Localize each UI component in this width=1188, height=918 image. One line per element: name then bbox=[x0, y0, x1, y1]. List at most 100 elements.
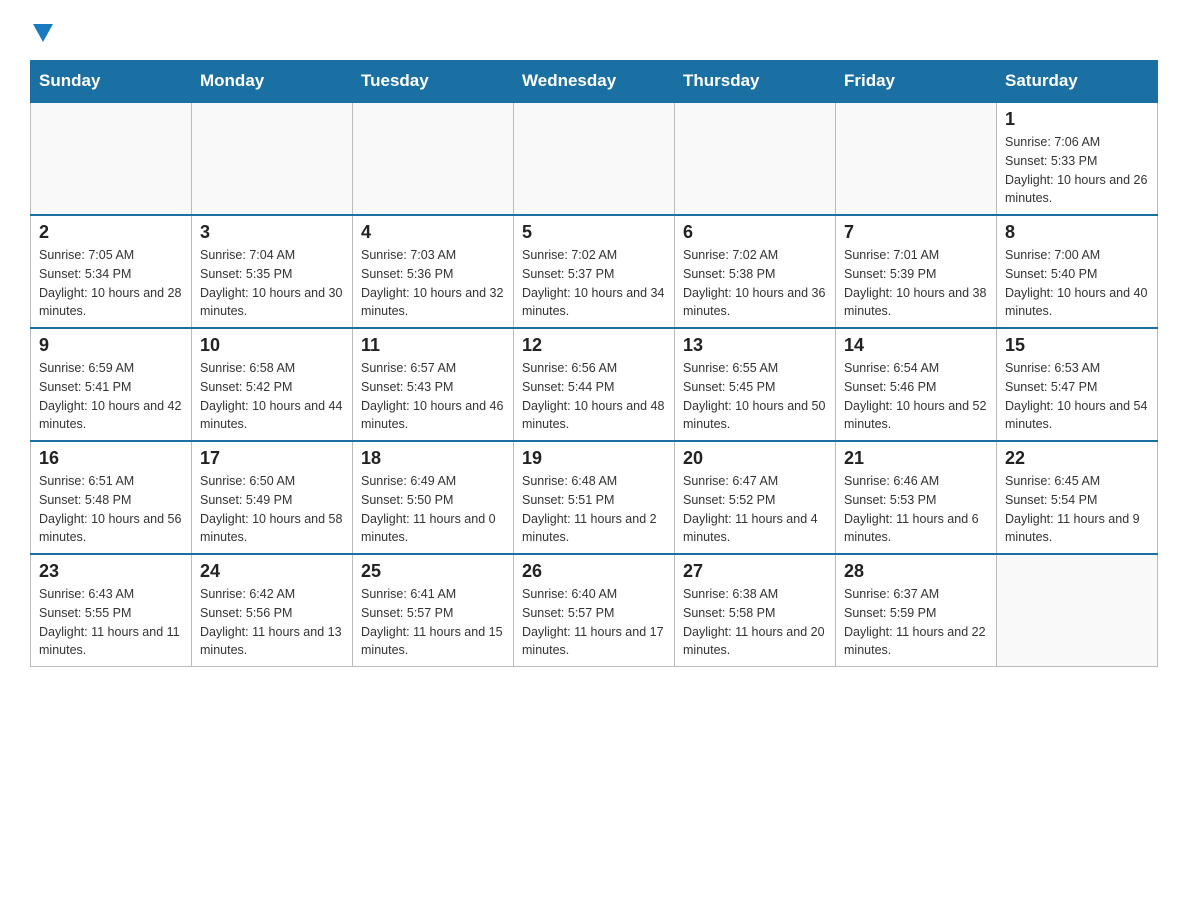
calendar-header-saturday: Saturday bbox=[997, 61, 1158, 103]
day-info: Sunrise: 6:53 AMSunset: 5:47 PMDaylight:… bbox=[1005, 359, 1149, 434]
week-row-4: 16 Sunrise: 6:51 AMSunset: 5:48 PMDayligh… bbox=[31, 441, 1158, 554]
day-number: 16 bbox=[39, 448, 183, 469]
calendar-cell: 22 Sunrise: 6:45 AMSunset: 5:54 PMDayligh… bbox=[997, 441, 1158, 554]
calendar-cell: 10 Sunrise: 6:58 AMSunset: 5:42 PMDayligh… bbox=[192, 328, 353, 441]
calendar-cell bbox=[997, 554, 1158, 667]
day-info: Sunrise: 6:42 AMSunset: 5:56 PMDaylight:… bbox=[200, 585, 344, 660]
day-number: 2 bbox=[39, 222, 183, 243]
day-number: 4 bbox=[361, 222, 505, 243]
day-number: 26 bbox=[522, 561, 666, 582]
day-number: 11 bbox=[361, 335, 505, 356]
calendar-cell: 4 Sunrise: 7:03 AMSunset: 5:36 PMDaylight… bbox=[353, 215, 514, 328]
day-info: Sunrise: 6:56 AMSunset: 5:44 PMDaylight:… bbox=[522, 359, 666, 434]
day-number: 5 bbox=[522, 222, 666, 243]
day-number: 14 bbox=[844, 335, 988, 356]
day-info: Sunrise: 7:03 AMSunset: 5:36 PMDaylight:… bbox=[361, 246, 505, 321]
logo-triangle-icon bbox=[33, 24, 53, 42]
day-number: 18 bbox=[361, 448, 505, 469]
calendar-header-friday: Friday bbox=[836, 61, 997, 103]
day-number: 19 bbox=[522, 448, 666, 469]
calendar-cell bbox=[675, 102, 836, 215]
day-info: Sunrise: 7:04 AMSunset: 5:35 PMDaylight:… bbox=[200, 246, 344, 321]
calendar-cell: 28 Sunrise: 6:37 AMSunset: 5:59 PMDayligh… bbox=[836, 554, 997, 667]
calendar-header-monday: Monday bbox=[192, 61, 353, 103]
calendar-cell: 20 Sunrise: 6:47 AMSunset: 5:52 PMDayligh… bbox=[675, 441, 836, 554]
calendar-cell: 9Sunrise: 6:59 AMSunset: 5:41 PMDaylight… bbox=[31, 328, 192, 441]
week-row-1: 1 Sunrise: 7:06 AMSunset: 5:33 PMDaylight… bbox=[31, 102, 1158, 215]
day-info: Sunrise: 7:01 AMSunset: 5:39 PMDaylight:… bbox=[844, 246, 988, 321]
day-number: 1 bbox=[1005, 109, 1149, 130]
calendar-cell: 16 Sunrise: 6:51 AMSunset: 5:48 PMDayligh… bbox=[31, 441, 192, 554]
day-info: Sunrise: 6:48 AMSunset: 5:51 PMDaylight:… bbox=[522, 472, 666, 547]
day-info: Sunrise: 6:50 AMSunset: 5:49 PMDaylight:… bbox=[200, 472, 344, 547]
calendar-cell: 25 Sunrise: 6:41 AMSunset: 5:57 PMDayligh… bbox=[353, 554, 514, 667]
day-number: 21 bbox=[844, 448, 988, 469]
calendar-cell bbox=[31, 102, 192, 215]
day-number: 22 bbox=[1005, 448, 1149, 469]
calendar-cell bbox=[192, 102, 353, 215]
calendar-cell: 27Sunrise: 6:38 AMSunset: 5:58 PMDayligh… bbox=[675, 554, 836, 667]
calendar-cell bbox=[836, 102, 997, 215]
day-info: Sunrise: 6:38 AMSunset: 5:58 PMDaylight:… bbox=[683, 585, 827, 660]
day-number: 25 bbox=[361, 561, 505, 582]
day-info: Sunrise: 6:58 AMSunset: 5:42 PMDaylight:… bbox=[200, 359, 344, 434]
day-info: Sunrise: 6:45 AMSunset: 5:54 PMDaylight:… bbox=[1005, 472, 1149, 547]
calendar-cell: 18Sunrise: 6:49 AMSunset: 5:50 PMDayligh… bbox=[353, 441, 514, 554]
day-info: Sunrise: 6:37 AMSunset: 5:59 PMDaylight:… bbox=[844, 585, 988, 660]
day-info: Sunrise: 6:51 AMSunset: 5:48 PMDaylight:… bbox=[39, 472, 183, 547]
calendar-header-tuesday: Tuesday bbox=[353, 61, 514, 103]
week-row-2: 2 Sunrise: 7:05 AMSunset: 5:34 PMDaylight… bbox=[31, 215, 1158, 328]
calendar-cell: 24 Sunrise: 6:42 AMSunset: 5:56 PMDayligh… bbox=[192, 554, 353, 667]
calendar-cell: 17Sunrise: 6:50 AMSunset: 5:49 PMDayligh… bbox=[192, 441, 353, 554]
calendar-cell: 11 Sunrise: 6:57 AMSunset: 5:43 PMDayligh… bbox=[353, 328, 514, 441]
day-info: Sunrise: 6:41 AMSunset: 5:57 PMDaylight:… bbox=[361, 585, 505, 660]
day-number: 20 bbox=[683, 448, 827, 469]
day-info: Sunrise: 7:06 AMSunset: 5:33 PMDaylight:… bbox=[1005, 133, 1149, 208]
calendar-table: SundayMondayTuesdayWednesdayThursdayFrid… bbox=[30, 60, 1158, 667]
calendar-cell: 1 Sunrise: 7:06 AMSunset: 5:33 PMDaylight… bbox=[997, 102, 1158, 215]
day-info: Sunrise: 6:47 AMSunset: 5:52 PMDaylight:… bbox=[683, 472, 827, 547]
week-row-3: 9Sunrise: 6:59 AMSunset: 5:41 PMDaylight… bbox=[31, 328, 1158, 441]
day-number: 23 bbox=[39, 561, 183, 582]
day-number: 28 bbox=[844, 561, 988, 582]
day-number: 9 bbox=[39, 335, 183, 356]
page-header bbox=[30, 20, 1158, 40]
day-info: Sunrise: 6:55 AMSunset: 5:45 PMDaylight:… bbox=[683, 359, 827, 434]
day-info: Sunrise: 6:57 AMSunset: 5:43 PMDaylight:… bbox=[361, 359, 505, 434]
calendar-cell: 2 Sunrise: 7:05 AMSunset: 5:34 PMDaylight… bbox=[31, 215, 192, 328]
week-row-5: 23 Sunrise: 6:43 AMSunset: 5:55 PMDayligh… bbox=[31, 554, 1158, 667]
day-number: 24 bbox=[200, 561, 344, 582]
calendar-header-row: SundayMondayTuesdayWednesdayThursdayFrid… bbox=[31, 61, 1158, 103]
day-info: Sunrise: 6:43 AMSunset: 5:55 PMDaylight:… bbox=[39, 585, 183, 660]
calendar-cell: 21 Sunrise: 6:46 AMSunset: 5:53 PMDayligh… bbox=[836, 441, 997, 554]
day-info: Sunrise: 6:46 AMSunset: 5:53 PMDaylight:… bbox=[844, 472, 988, 547]
calendar-cell: 8Sunrise: 7:00 AMSunset: 5:40 PMDaylight… bbox=[997, 215, 1158, 328]
day-number: 12 bbox=[522, 335, 666, 356]
calendar-header-thursday: Thursday bbox=[675, 61, 836, 103]
calendar-cell: 14 Sunrise: 6:54 AMSunset: 5:46 PMDayligh… bbox=[836, 328, 997, 441]
calendar-cell: 5 Sunrise: 7:02 AMSunset: 5:37 PMDaylight… bbox=[514, 215, 675, 328]
calendar-cell: 13 Sunrise: 6:55 AMSunset: 5:45 PMDayligh… bbox=[675, 328, 836, 441]
day-number: 6 bbox=[683, 222, 827, 243]
calendar-cell: 12 Sunrise: 6:56 AMSunset: 5:44 PMDayligh… bbox=[514, 328, 675, 441]
day-number: 7 bbox=[844, 222, 988, 243]
calendar-header-wednesday: Wednesday bbox=[514, 61, 675, 103]
day-number: 15 bbox=[1005, 335, 1149, 356]
day-number: 10 bbox=[200, 335, 344, 356]
day-info: Sunrise: 7:02 AMSunset: 5:37 PMDaylight:… bbox=[522, 246, 666, 321]
calendar-cell: 3Sunrise: 7:04 AMSunset: 5:35 PMDaylight… bbox=[192, 215, 353, 328]
logo bbox=[30, 20, 53, 40]
calendar-cell: 6 Sunrise: 7:02 AMSunset: 5:38 PMDaylight… bbox=[675, 215, 836, 328]
day-number: 13 bbox=[683, 335, 827, 356]
calendar-cell bbox=[353, 102, 514, 215]
calendar-cell: 23 Sunrise: 6:43 AMSunset: 5:55 PMDayligh… bbox=[31, 554, 192, 667]
calendar-cell: 26Sunrise: 6:40 AMSunset: 5:57 PMDayligh… bbox=[514, 554, 675, 667]
calendar-cell: 7 Sunrise: 7:01 AMSunset: 5:39 PMDaylight… bbox=[836, 215, 997, 328]
calendar-cell: 15 Sunrise: 6:53 AMSunset: 5:47 PMDayligh… bbox=[997, 328, 1158, 441]
day-info: Sunrise: 7:02 AMSunset: 5:38 PMDaylight:… bbox=[683, 246, 827, 321]
calendar-header-sunday: Sunday bbox=[31, 61, 192, 103]
day-info: Sunrise: 6:54 AMSunset: 5:46 PMDaylight:… bbox=[844, 359, 988, 434]
day-info: Sunrise: 7:00 AMSunset: 5:40 PMDaylight:… bbox=[1005, 246, 1149, 321]
day-info: Sunrise: 7:05 AMSunset: 5:34 PMDaylight:… bbox=[39, 246, 183, 321]
calendar-cell bbox=[514, 102, 675, 215]
